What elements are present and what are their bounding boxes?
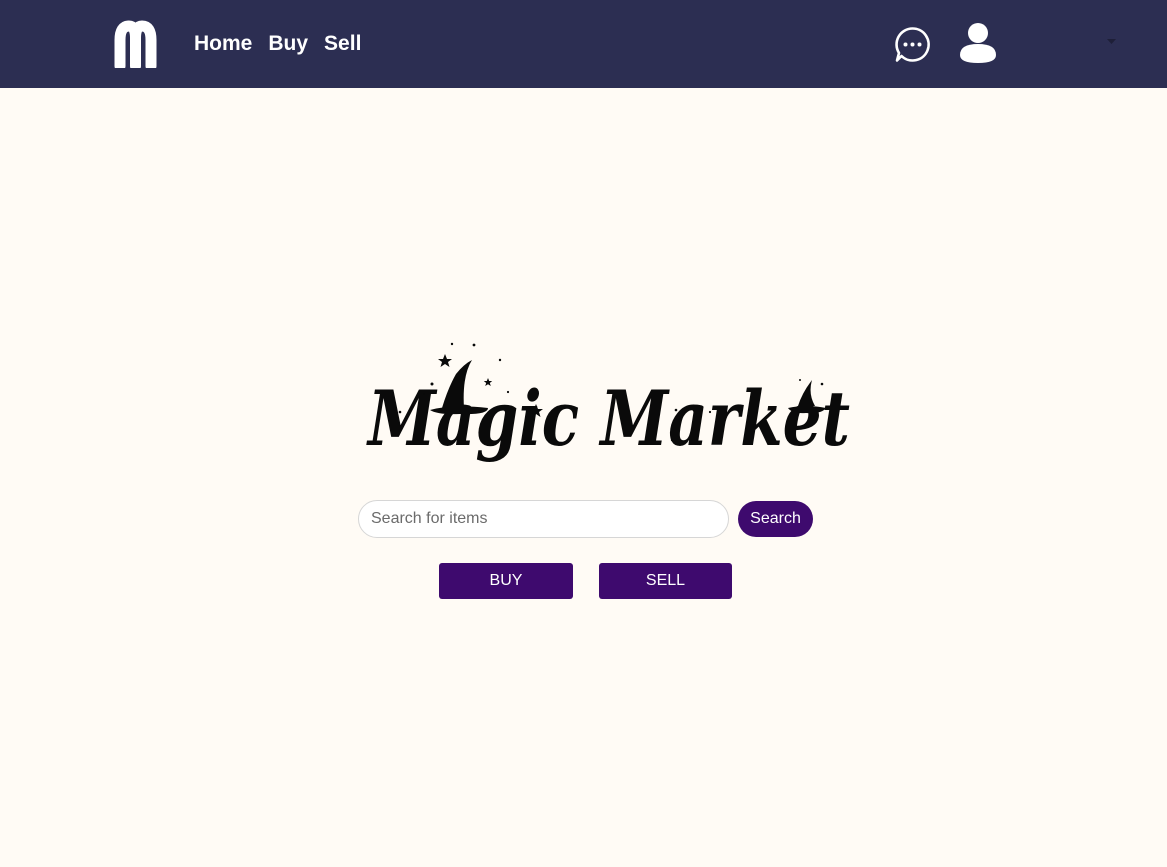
nav-links: Home Buy Sell bbox=[194, 31, 361, 57]
search-input[interactable] bbox=[358, 500, 729, 538]
sell-button[interactable]: SELL bbox=[599, 563, 732, 599]
nav-sell-link[interactable]: Sell bbox=[324, 31, 361, 57]
m-logo-icon[interactable] bbox=[110, 18, 161, 68]
nav-home-link[interactable]: Home bbox=[194, 31, 252, 57]
caret-down-icon[interactable] bbox=[1107, 39, 1116, 44]
user-icon[interactable] bbox=[959, 22, 997, 64]
svg-text:Magic Market: Magic Market bbox=[366, 374, 850, 463]
chat-bubble-icon[interactable] bbox=[894, 26, 931, 63]
buy-button[interactable]: BUY bbox=[439, 563, 573, 599]
nav-buy-link[interactable]: Buy bbox=[268, 31, 308, 57]
magic-market-logo: Magic Market bbox=[366, 342, 850, 463]
search-button[interactable]: Search bbox=[738, 501, 813, 537]
navbar: Home Buy Sell bbox=[0, 0, 1167, 88]
